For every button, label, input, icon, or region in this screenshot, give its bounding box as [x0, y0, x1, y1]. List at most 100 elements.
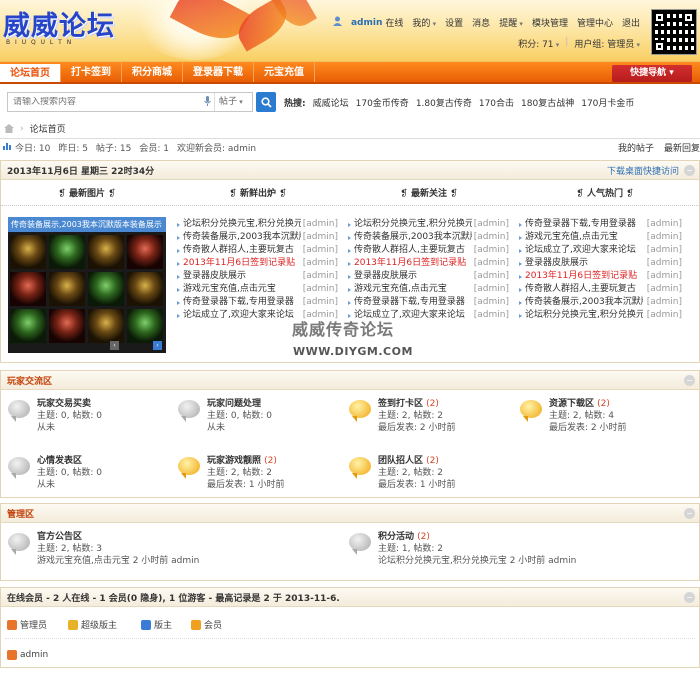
microphone-icon[interactable] [200, 95, 214, 109]
list-item[interactable]: 2013年11月6日签到记录贴 [admin] [177, 257, 338, 270]
post-author[interactable]: [admin] [474, 231, 509, 244]
forum-item[interactable]: 资源下载区 (2) 主题: 2, 帖数: 4 最后发表: 2 小时前 [520, 398, 626, 434]
post-author[interactable]: [admin] [474, 244, 509, 257]
post-author[interactable]: [admin] [303, 296, 338, 309]
module-manage-link[interactable]: 模块管理 [532, 16, 568, 29]
download-shortcut-link[interactable]: 下载桌面快捷访问 [607, 164, 679, 177]
forum-name-link[interactable]: 官方公告区 [37, 531, 199, 543]
post-title-link[interactable]: 论坛成立了,欢迎大家来论坛 [183, 309, 294, 322]
my-menu-link[interactable]: 我的 ▾ [412, 16, 436, 29]
column-header-following[interactable]: ❡ 最新关注 ❡ [343, 186, 515, 199]
forum-name-link[interactable]: 资源下载区 (2) [549, 398, 626, 410]
list-item[interactable]: 游戏元宝充值,点击元宝 [admin] [519, 231, 682, 244]
latest-image-slideshow[interactable]: 传奇装备展示,2003我本沉默版本装备展示 ‹ › [8, 217, 166, 353]
column-header-latest-pics[interactable]: ❡ 最新图片 ❡ [1, 186, 173, 199]
forum-item[interactable]: 玩家交易买卖 主题: 0, 帖数: 0 从未 [8, 398, 102, 434]
forum-item[interactable]: 官方公告区 主题: 2, 帖数: 3 游戏元宝充值,点击元宝 2 小时前 admi… [8, 531, 199, 567]
post-title-link[interactable]: 游戏元宝充值,点击元宝 [183, 283, 276, 296]
post-title-link[interactable]: 游戏元宝充值,点击元宝 [525, 231, 618, 244]
my-posts-link[interactable]: 我的帖子 [618, 141, 654, 154]
home-icon[interactable] [4, 124, 14, 133]
stat-welcome-new-member[interactable]: 欢迎新会员: admin [177, 141, 256, 154]
collapse-icon[interactable]: − [684, 592, 695, 603]
post-title-link[interactable]: 传奇登录器下载,专用登录器 [183, 296, 294, 309]
list-item[interactable]: 传奇登录器下载,专用登录器 [admin] [177, 296, 338, 309]
post-title-link[interactable]: 登录器皮肤展示 [183, 270, 246, 283]
post-author[interactable]: [admin] [647, 244, 682, 257]
list-item[interactable]: 论坛积分兑换元宝,积分兑换元宝 [admin] [177, 218, 338, 231]
post-author[interactable]: [admin] [303, 231, 338, 244]
forum-name-link[interactable]: 玩家游戏靓照 (2) [207, 455, 284, 467]
latest-replies-link[interactable]: 最新回复 [664, 141, 700, 154]
forum-item[interactable]: 心情发表区 主题: 0, 帖数: 0 从未 [8, 455, 102, 491]
forum-last-post[interactable]: 游戏元宝充值,点击元宝 2 小时前 admin [37, 555, 199, 567]
search-type-select[interactable]: 帖子 ▾ [214, 93, 252, 111]
forum-name-link[interactable]: 团队招人区 (2) [378, 455, 455, 467]
forum-name-link[interactable]: 积分活动 (2) [378, 531, 576, 543]
post-title-link[interactable]: 传奇装备展示,2003我本沉默版本 [183, 231, 301, 244]
tab-launcher-download[interactable]: 登录器下载 [183, 62, 254, 82]
slideshow-caption[interactable]: 传奇装备展示,2003我本沉默版本装备展示 [8, 217, 166, 232]
post-title-link[interactable]: 论坛积分兑换元宝,积分兑换元宝 [525, 309, 643, 322]
post-title-link[interactable]: 2013年11月6日签到记录贴 [183, 257, 295, 270]
post-author[interactable]: [admin] [303, 218, 338, 231]
hot-word-link[interactable]: 1.80复古传奇 [416, 96, 472, 109]
hot-word-link[interactable]: 威威论坛 [313, 96, 349, 109]
list-item[interactable]: 2013年11月6日签到记录贴 [admin] [348, 257, 509, 270]
post-author[interactable]: [admin] [647, 218, 682, 231]
list-item[interactable]: 登录器皮肤展示 [admin] [177, 270, 338, 283]
forum-name-link[interactable]: 签到打卡区 (2) [378, 398, 455, 410]
forum-item[interactable]: 积分活动 (2) 主题: 1, 帖数: 2 论坛积分兑换元宝,积分兑换元宝 2 小时… [349, 531, 576, 567]
post-title-link[interactable]: 传奇登录器下载,专用登录器 [525, 218, 636, 231]
post-title-link[interactable]: 论坛积分兑换元宝,积分兑换元宝 [183, 218, 301, 231]
list-item[interactable]: 传奇登录器下载,专用登录器 [admin] [348, 296, 509, 309]
forum-name-link[interactable]: 玩家交易买卖 [37, 398, 102, 410]
post-author[interactable]: [admin] [474, 257, 509, 270]
section-title[interactable]: 管理区 [7, 507, 34, 520]
collapse-icon[interactable]: − [684, 508, 695, 519]
post-title-link[interactable]: 传奇登录器下载,专用登录器 [354, 296, 465, 309]
post-title-link[interactable]: 2013年11月6日签到记录贴 [354, 257, 466, 270]
list-item[interactable]: 传奇装备展示,2003我本沉默版本[admin] [519, 296, 682, 309]
post-title-link[interactable]: 传奇装备展示,2003我本沉默版本 [525, 296, 643, 309]
list-item[interactable]: 传奇装备展示,2003我本沉默版本[admin] [177, 231, 338, 244]
messages-link[interactable]: 消息 [472, 16, 490, 29]
quick-nav-button[interactable]: 快捷导航 ▾ [612, 65, 692, 82]
tab-checkin[interactable]: 打卡签到 [61, 62, 122, 82]
post-title-link[interactable]: 传奇散人群招人,主要玩复古 [183, 244, 294, 257]
post-author[interactable]: [admin] [474, 283, 509, 296]
forum-item[interactable]: 签到打卡区 (2) 主题: 2, 帖数: 2 最后发表: 2 小时前 [349, 398, 455, 434]
site-logo[interactable]: 威威论坛 [3, 4, 115, 43]
post-author[interactable]: [admin] [303, 257, 338, 270]
usergroup-link[interactable]: 用户组: 管理员 ▾ [574, 37, 640, 50]
post-author[interactable]: [admin] [474, 218, 509, 231]
forum-name-link[interactable]: 心情发表区 [37, 455, 102, 467]
list-item[interactable]: 登录器皮肤展示 [admin] [519, 257, 682, 270]
points-link[interactable]: 积分: 71 ▾ [518, 37, 559, 50]
forum-last-post[interactable]: 从未 [37, 422, 102, 434]
settings-link[interactable]: 设置 [445, 16, 463, 29]
hot-word-link[interactable]: 170合击 [479, 96, 514, 109]
collapse-icon[interactable]: − [684, 375, 695, 386]
forum-last-post[interactable]: 最后发表: 1 小时前 [207, 479, 284, 491]
search-button[interactable] [256, 92, 276, 112]
post-title-link[interactable]: 论坛成立了,欢迎大家来论坛 [525, 244, 636, 257]
hot-word-link[interactable]: 170月卡金币 [581, 96, 634, 109]
post-title-link[interactable]: 论坛积分兑换元宝,积分兑换元宝 [354, 218, 472, 231]
admin-center-link[interactable]: 管理中心 [577, 16, 613, 29]
post-title-link[interactable]: 传奇散人群招人,主要玩复古 [525, 283, 636, 296]
forum-last-post[interactable]: 最后发表: 2 小时前 [549, 422, 626, 434]
post-author[interactable]: [admin] [303, 283, 338, 296]
section-title[interactable]: 玩家交流区 [7, 374, 52, 387]
forum-last-post[interactable]: 论坛积分兑换元宝,积分兑换元宝 2 小时前 admin [378, 555, 576, 567]
list-item[interactable]: 传奇散人群招人,主要玩复古 [admin] [177, 244, 338, 257]
post-title-link[interactable]: 2013年11月6日签到记录贴 [525, 270, 637, 283]
breadcrumb-current[interactable]: 论坛首页 [30, 122, 66, 135]
username-link[interactable]: admin [351, 18, 382, 28]
post-title-link[interactable]: 传奇散人群招人,主要玩复古 [354, 244, 465, 257]
list-item[interactable]: 传奇散人群招人,主要玩复古 [admin] [519, 283, 682, 296]
search-input[interactable] [8, 97, 200, 107]
post-author[interactable]: [admin] [647, 283, 682, 296]
notifications-link[interactable]: 提醒 ▾ [499, 16, 523, 29]
forum-name-link[interactable]: 玩家问题处理 [207, 398, 272, 410]
